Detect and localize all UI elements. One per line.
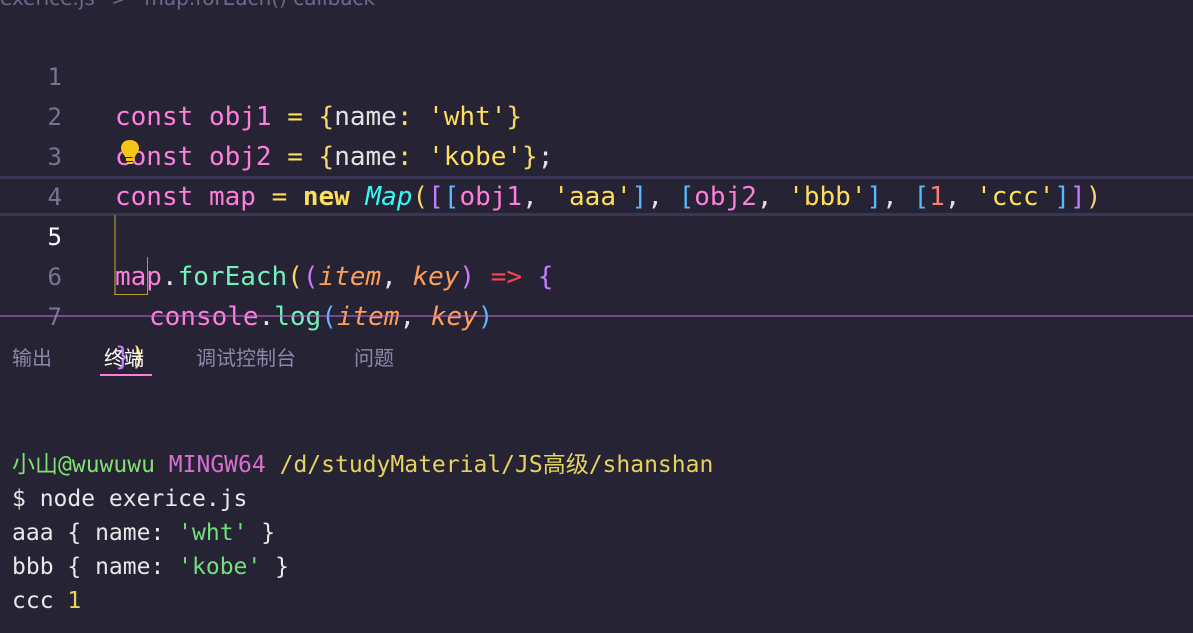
terminal-prompt: 小山@wuwuwu MINGW64 /d/studyMaterial/JS高级/… xyxy=(12,452,714,478)
breadcrumb-symbol[interactable]: map.forEach() callback xyxy=(144,0,375,10)
tab-terminal[interactable]: 终端 xyxy=(104,342,144,371)
code-line-7[interactable]: 7 }) xyxy=(0,257,1193,372)
terminal-output-line: ccc 1 xyxy=(12,588,82,614)
active-tab-indicator xyxy=(100,374,152,376)
terminal-output-line: aaa { name: 'wht' } xyxy=(12,520,276,546)
lightbulb-icon[interactable] xyxy=(118,138,142,168)
code-editor[interactable]: 1 const obj1 = {name: 'wht'} 2 const obj… xyxy=(0,15,1193,372)
panel-tabs: 输出 终端 调试控制台 问题 xyxy=(0,330,1193,380)
panel-divider[interactable] xyxy=(0,315,1193,317)
terminal-command: $ node exerice.js xyxy=(12,486,248,512)
code-line-5[interactable]: 5 map.forEach((item, key) => { xyxy=(0,177,1193,292)
code-line-4[interactable]: 4 xyxy=(0,137,1193,211)
code-line-6[interactable]: 6 console.log(item, key) xyxy=(0,217,1193,332)
tab-output[interactable]: 输出 xyxy=(12,342,52,371)
breadcrumb: exerice.js > map.forEach() callback xyxy=(0,0,1193,10)
code-line-1[interactable]: 1 const obj1 = {name: 'wht'} xyxy=(0,17,1193,132)
tab-debug-console[interactable]: 调试控制台 xyxy=(196,342,296,371)
code-line-2[interactable]: 2 const obj2 = {name: 'kobe'}; xyxy=(0,57,1193,172)
terminal-output[interactable]: 小山@wuwuwu MINGW64 /d/studyMaterial/JS高级/… xyxy=(12,448,1182,618)
tab-problems[interactable]: 问题 xyxy=(354,342,394,371)
terminal-output-line: bbb { name: 'kobe' } xyxy=(12,554,289,580)
breadcrumb-separator: > xyxy=(111,0,128,10)
code-line-3[interactable]: 3 const map = new Map([[obj1, 'aaa'], [o… xyxy=(0,97,1193,212)
breadcrumb-file[interactable]: exerice.js xyxy=(0,0,95,10)
